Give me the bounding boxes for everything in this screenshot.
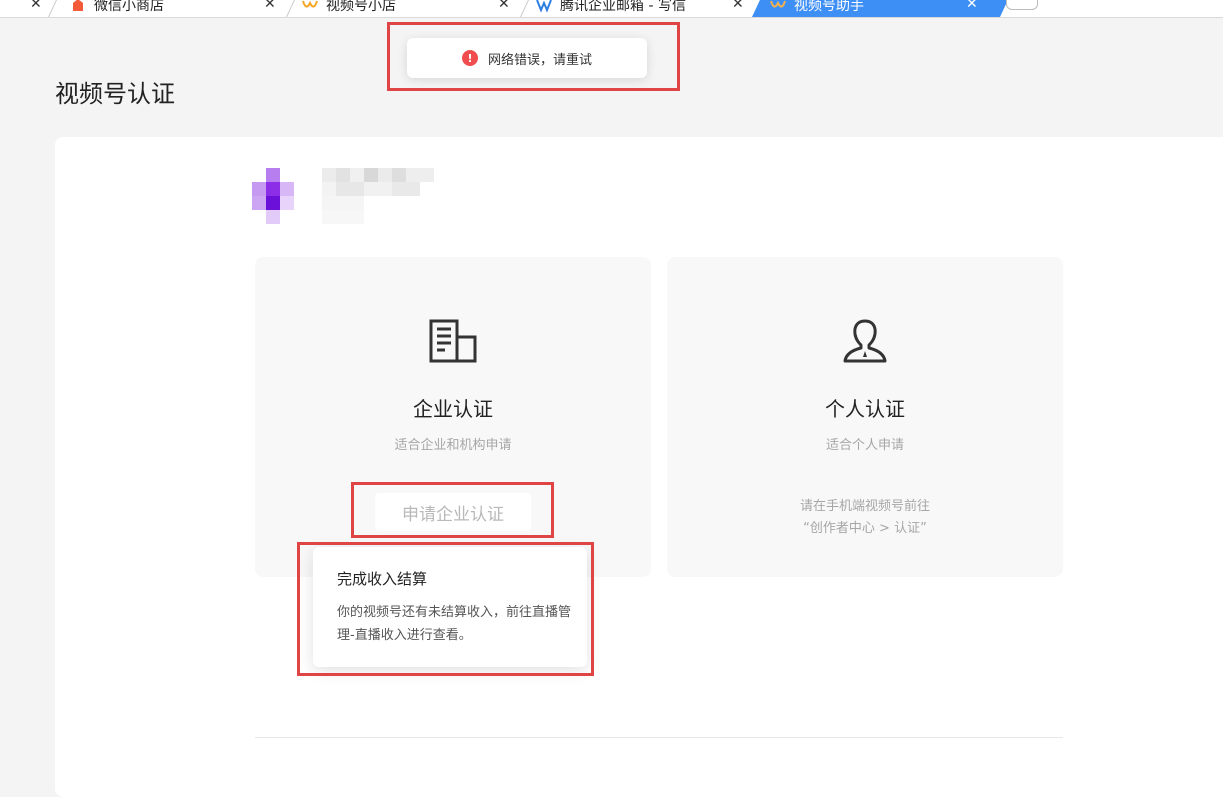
instruction-line: 请在手机端视频号前往 [799, 499, 930, 514]
close-icon[interactable]: ✕ [30, 0, 42, 15]
close-icon[interactable]: ✕ [264, 0, 276, 15]
annotation-box [297, 542, 594, 676]
close-icon[interactable]: ✕ [732, 0, 744, 15]
enterprise-card-description: 适合企业和机构申请 [394, 438, 512, 453]
tab-title: 视频号小店 [326, 0, 396, 14]
browser-tab-strip: ✕ 微信小商店 ✕ 视频号小店 ✕ 腾讯企业邮箱 - 写信 ✕ 视频号助手 ✕ [0, 0, 1223, 18]
avatar [252, 168, 308, 224]
tab-separator [520, 0, 529, 17]
personal-verification-card: 个人认证 适合个人申请 请在手机端视频号前往 “创作者中心 > 认证” [667, 257, 1063, 577]
personal-card-instructions: 请在手机端视频号前往 “创作者中心 > 认证” [667, 496, 1063, 540]
person-icon [843, 319, 887, 363]
personal-card-title: 个人认证 [825, 397, 905, 421]
divider [255, 737, 1063, 738]
new-tab-button[interactable] [1006, 0, 1038, 10]
page-title: 视频号认证 [55, 80, 175, 108]
close-icon[interactable]: ✕ [498, 0, 510, 15]
wechat-shop-icon [73, 0, 83, 11]
tab-exmail[interactable]: 腾讯企业邮箱 - 写信 [536, 0, 686, 16]
tab-wechat-shop[interactable]: 微信小商店 [70, 0, 164, 16]
close-icon[interactable]: ✕ [966, 0, 978, 15]
tab-separator [286, 0, 295, 17]
tab-title: 微信小商店 [94, 0, 164, 14]
channels-shop-icon [302, 0, 318, 8]
tab-title: 腾讯企业邮箱 - 写信 [560, 0, 686, 14]
annotation-box [351, 482, 554, 538]
building-icon [429, 319, 477, 363]
annotation-box [387, 22, 680, 91]
channels-assistant-icon [770, 0, 786, 8]
instruction-line: “创作者中心 > 认证” [803, 521, 927, 536]
tab-title: 视频号助手 [794, 0, 864, 14]
exmail-icon [536, 0, 552, 13]
personal-card-description: 适合个人申请 [825, 438, 904, 453]
tab-channels-assistant[interactable]: 视频号助手 [770, 0, 864, 16]
account-name [322, 168, 434, 224]
tab-separator [48, 0, 57, 17]
tab-channels-shop[interactable]: 视频号小店 [302, 0, 396, 16]
enterprise-card-title: 企业认证 [413, 397, 493, 421]
